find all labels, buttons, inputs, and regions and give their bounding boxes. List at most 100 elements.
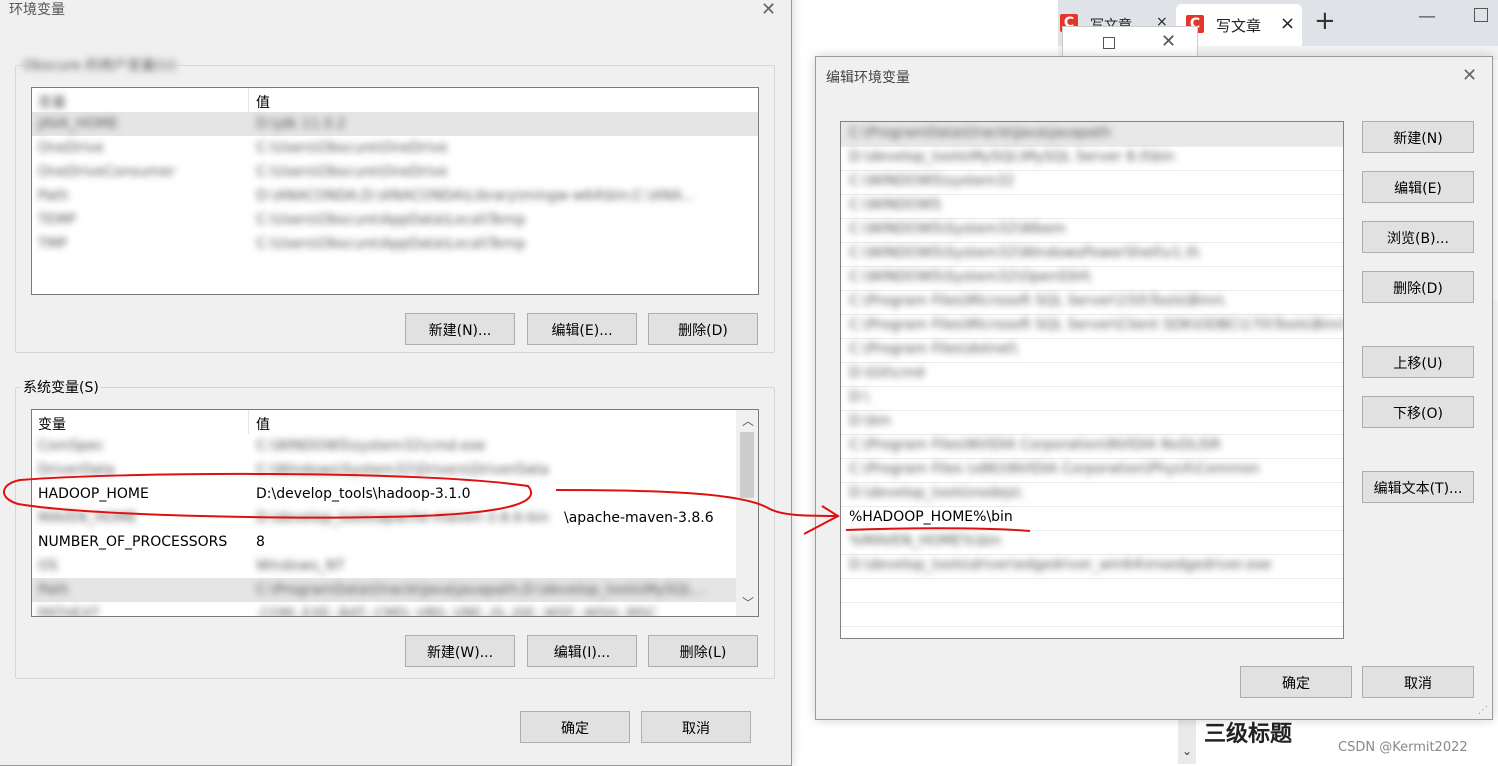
empty-list-item[interactable]: [841, 578, 1343, 603]
table-row[interactable]: MAVEN_HOME D:\develop_tools\apache-maven-…: [32, 506, 736, 530]
variable-value: .COM;.EXE;.BAT;.CMD;.VBS;.VBE;.JS;.JSE;.…: [256, 606, 658, 617]
edit-env-var-dialog: 编辑环境变量 ✕ C:\ProgramData\Oracle\Java\java…: [815, 56, 1493, 720]
path-entry-text: C:\Program Files (x86)\NVIDIA Corporatio…: [849, 461, 1260, 477]
path-entry-text: D:\develop_tools\nodejs\: [849, 485, 1022, 501]
list-item[interactable]: D:\develop_tools\MySQL\MySQL Server 8.0\…: [841, 146, 1343, 171]
path-entry-text: C:\Program Files\NVIDIA Corporation\NVID…: [849, 437, 1221, 453]
path-entry-text: %MAVEN_HOME%\bin: [849, 533, 1002, 549]
list-item[interactable]: D:\: [841, 386, 1343, 411]
table-row[interactable]: DriverData C:\Windows\System32\Drivers\Dr…: [32, 458, 736, 482]
edit-text-button[interactable]: 编辑文本(T)...: [1362, 471, 1474, 503]
minimize-icon[interactable]: —: [1418, 6, 1436, 27]
table-row[interactable]: TEMP C:\Users\Obscure\AppData\Local\Temp: [32, 208, 758, 232]
variable-value: \apache-maven-3.8.6: [564, 510, 714, 526]
variable-value: C:\ProgramData\Oracle\Java\javapath;D:\d…: [256, 582, 706, 598]
variable-name: MAVEN_HOME: [38, 510, 138, 526]
browse-button[interactable]: 浏览(B)...: [1362, 221, 1474, 253]
list-item[interactable]: C:\WINDOWS: [841, 194, 1343, 219]
list-item[interactable]: C:\Program Files\Microsoft SQL Server\Cl…: [841, 314, 1343, 339]
edit-entry-button[interactable]: 编辑(E): [1362, 171, 1474, 203]
chevron-up-icon[interactable]: ︿: [742, 412, 754, 429]
list-item[interactable]: C:\WINDOWS\System32\OpenSSH\: [841, 266, 1343, 291]
chevron-down-icon[interactable]: ⌄: [1182, 744, 1192, 758]
path-entry-text: C:\WINDOWS\System32\Wbem: [849, 221, 1066, 237]
table-row[interactable]: OneDriveConsumer C:\Users\Obscure\OneDriv…: [32, 160, 758, 184]
sys-delete-button[interactable]: 删除(L): [648, 635, 758, 667]
list-item[interactable]: D:\develop_tools\driver\edgedriver_win64…: [841, 554, 1343, 579]
list-item[interactable]: C:\ProgramData\Oracle\Java\javapath: [841, 122, 1343, 147]
column-header-value[interactable]: 值: [256, 92, 270, 112]
user-edit-button[interactable]: 编辑(E)...: [527, 313, 637, 345]
close-icon[interactable]: ✕: [761, 1, 776, 19]
system-vars-list[interactable]: 变量 值 ComSpec C:\WINDOWS\system32\cmd.exe D…: [31, 409, 759, 617]
user-vars-list[interactable]: 变量 值 JAVA_HOME D:\jdk 11.0.2 OneDrive C:\Us…: [31, 87, 759, 295]
table-row[interactable]: ComSpec C:\WINDOWS\system32\cmd.exe: [32, 434, 736, 458]
table-row[interactable]: Path D:\ANACONDA;D:\ANACONDA\Library\ming…: [32, 184, 758, 208]
list-header: 变量 值: [32, 88, 758, 112]
scrollbar-thumb[interactable]: [740, 432, 754, 498]
table-row[interactable]: TMP C:\Users\Obscure\AppData\Local\Temp: [32, 232, 758, 256]
column-separator[interactable]: [248, 88, 249, 112]
list-item[interactable]: C:\Program Files (x86)\NVIDIA Corporatio…: [841, 458, 1343, 483]
list-item[interactable]: D:\Git\cmd: [841, 362, 1343, 387]
tab-close-icon[interactable]: ×: [1280, 13, 1295, 34]
column-header-variable[interactable]: 变量: [38, 414, 66, 434]
list-item[interactable]: C:\Program Files\NVIDIA Corporation\NVID…: [841, 434, 1343, 459]
list-item[interactable]: %HADOOP_HOME%\bin: [841, 506, 1343, 531]
list-item[interactable]: C:\WINDOWS\system32: [841, 170, 1343, 195]
table-row[interactable]: OS Windows_NT: [32, 554, 736, 578]
move-down-button[interactable]: 下移(O): [1362, 396, 1474, 428]
path-entry-text: D:\develop_tools\driver\edgedriver_win64…: [849, 557, 1272, 573]
cancel-button[interactable]: 取消: [1362, 666, 1474, 698]
list-item[interactable]: D:\bin: [841, 410, 1343, 435]
ok-button[interactable]: 确定: [520, 711, 630, 743]
column-header-value[interactable]: 值: [256, 414, 270, 434]
column-header-variable[interactable]: 变量: [38, 92, 66, 112]
list-item[interactable]: %MAVEN_HOME%\bin: [841, 530, 1343, 555]
list-item[interactable]: C:\WINDOWS\System32\WindowsPowerShell\v1…: [841, 242, 1343, 267]
delete-entry-button[interactable]: 删除(D): [1362, 271, 1474, 303]
sys-edit-button[interactable]: 编辑(I)...: [527, 635, 637, 667]
path-entry-text: C:\WINDOWS\system32: [849, 173, 1015, 189]
stray-window-titlebar: ✕: [1062, 26, 1198, 60]
new-tab-button[interactable]: +: [1314, 6, 1336, 36]
resize-grip-icon[interactable]: ⋰: [1478, 705, 1488, 716]
list-item[interactable]: C:\WINDOWS\System32\Wbem: [841, 218, 1343, 243]
path-entry-text: C:\WINDOWS: [849, 197, 942, 213]
path-entry-text: C:\ProgramData\Oracle\Java\javapath: [849, 125, 1112, 141]
list-item[interactable]: C:\Program Files\Microsoft SQL Server\15…: [841, 290, 1343, 315]
list-item[interactable]: C:\Program Files\dotnet\: [841, 338, 1343, 363]
table-row[interactable]: Path C:\ProgramData\Oracle\Java\javapath;…: [32, 578, 736, 602]
column-separator[interactable]: [248, 410, 249, 434]
table-row[interactable]: HADOOP_HOME D:\develop_tools\hadoop-3.1.0: [32, 482, 736, 506]
user-new-button[interactable]: 新建(N)...: [405, 313, 515, 345]
maximize-icon[interactable]: [1103, 37, 1115, 49]
cancel-button[interactable]: 取消: [641, 711, 751, 743]
close-icon[interactable]: ✕: [1161, 31, 1176, 52]
move-up-button[interactable]: 上移(U): [1362, 346, 1474, 378]
chevron-down-icon[interactable]: ﹀: [742, 594, 754, 611]
maximize-icon[interactable]: [1474, 8, 1488, 22]
table-row[interactable]: PATHEXT .COM;.EXE;.BAT;.CMD;.VBS;.VBE;.JS…: [32, 602, 736, 617]
tab-label: 写文章: [1216, 17, 1262, 35]
csdn-watermark: CSDN @Kermit2022: [1338, 740, 1468, 755]
table-row[interactable]: JAVA_HOME D:\jdk 11.0.2: [32, 112, 758, 136]
user-vars-group-label: Obscure 的用户变量(U): [21, 55, 179, 75]
path-entries-list[interactable]: C:\ProgramData\Oracle\Java\javapath D:\de…: [840, 121, 1344, 639]
variable-value-hidden: D:\develop_tools\apache-maven-3.8.6-bin: [256, 510, 550, 526]
path-entry-text: C:\Program Files\Microsoft SQL Server\Cl…: [849, 317, 1344, 333]
sys-new-button[interactable]: 新建(W)...: [405, 635, 515, 667]
variable-name: OS: [38, 558, 58, 574]
table-row[interactable]: OneDrive C:\Users\Obscure\OneDrive: [32, 136, 758, 160]
table-row[interactable]: NUMBER_OF_PROCESSORS 8: [32, 530, 736, 554]
env-vars-dialog: 环境变量 ✕ Obscure 的用户变量(U) 变量 值 JAVA_HOME D:…: [0, 0, 792, 766]
empty-list-item[interactable]: [841, 602, 1343, 627]
close-icon[interactable]: ✕: [1462, 67, 1477, 85]
variable-name: OneDriveConsumer: [38, 164, 176, 180]
vertical-scrollbar[interactable]: ︿ ﹀: [736, 410, 758, 616]
new-entry-button[interactable]: 新建(N): [1362, 121, 1474, 153]
path-entry-text: C:\WINDOWS\System32\WindowsPowerShell\v1…: [849, 245, 1200, 261]
list-item[interactable]: D:\develop_tools\nodejs\: [841, 482, 1343, 507]
user-delete-button[interactable]: 删除(D): [648, 313, 758, 345]
ok-button[interactable]: 确定: [1240, 666, 1352, 698]
